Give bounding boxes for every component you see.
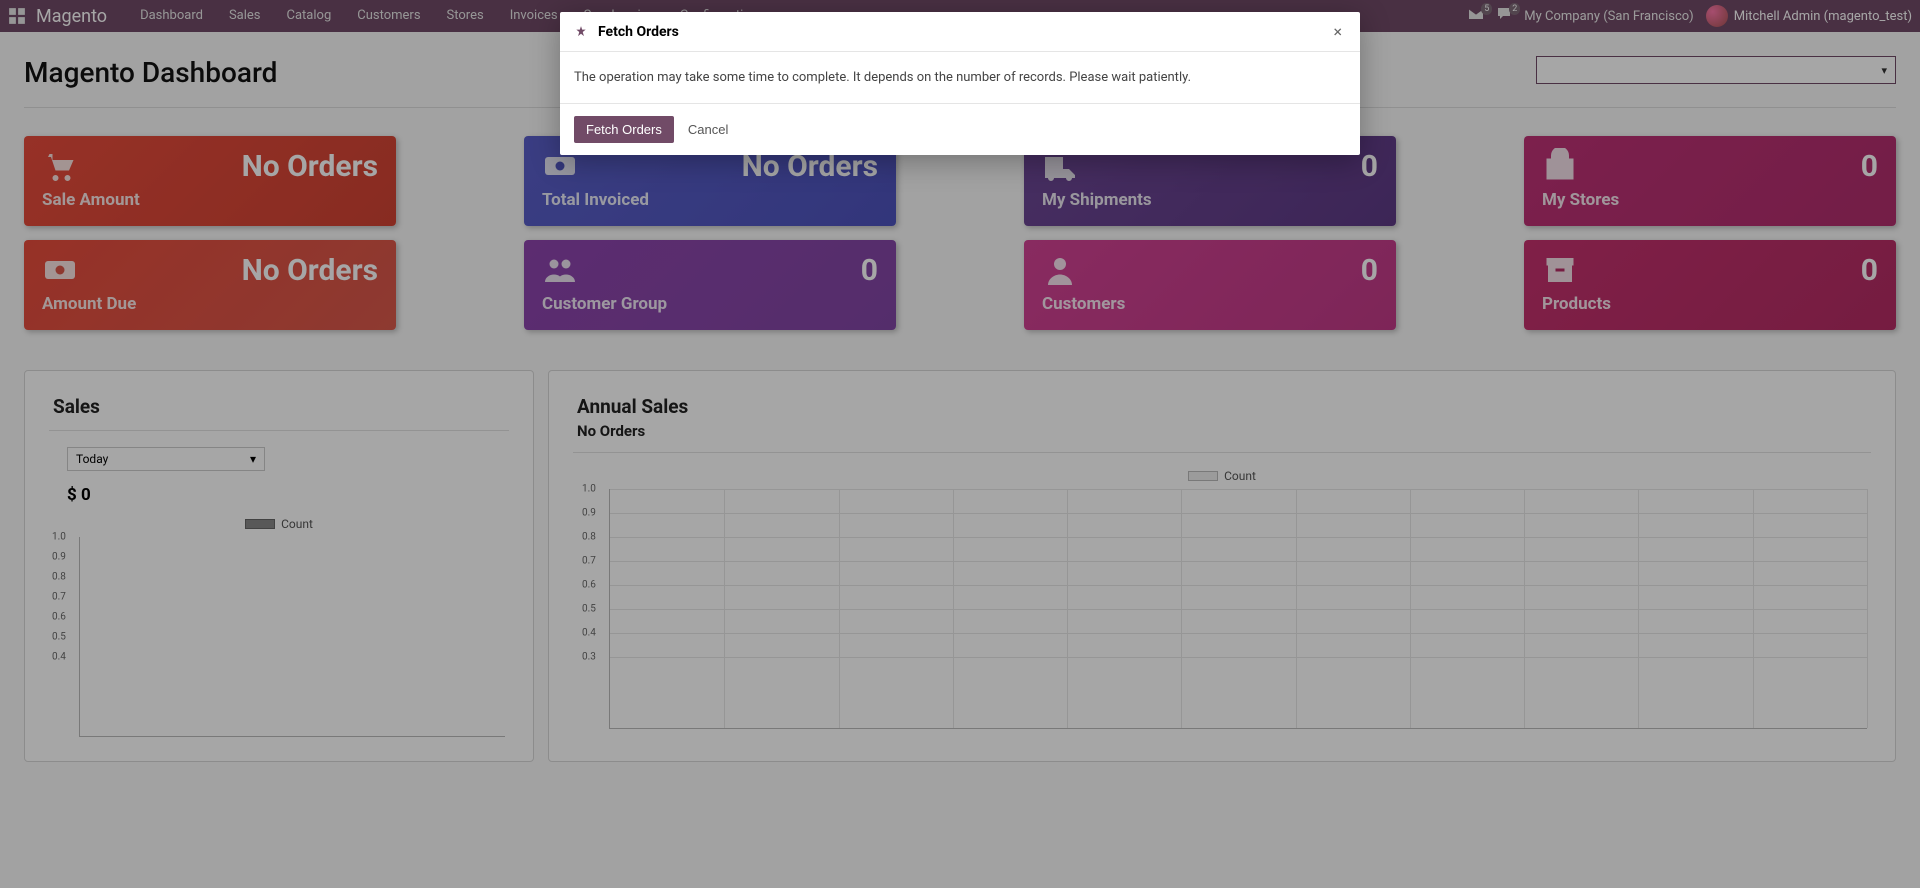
modal-overlay[interactable]: Fetch Orders × The operation may take so… [0,0,1920,888]
cancel-button[interactable]: Cancel [684,116,732,143]
modal-body: The operation may take some time to comp… [560,52,1360,103]
magento-icon [574,25,588,39]
fetch-orders-button[interactable]: Fetch Orders [574,116,674,143]
close-icon[interactable]: × [1329,22,1346,41]
modal-title: Fetch Orders [598,24,1329,40]
fetch-orders-modal: Fetch Orders × The operation may take so… [560,12,1360,155]
